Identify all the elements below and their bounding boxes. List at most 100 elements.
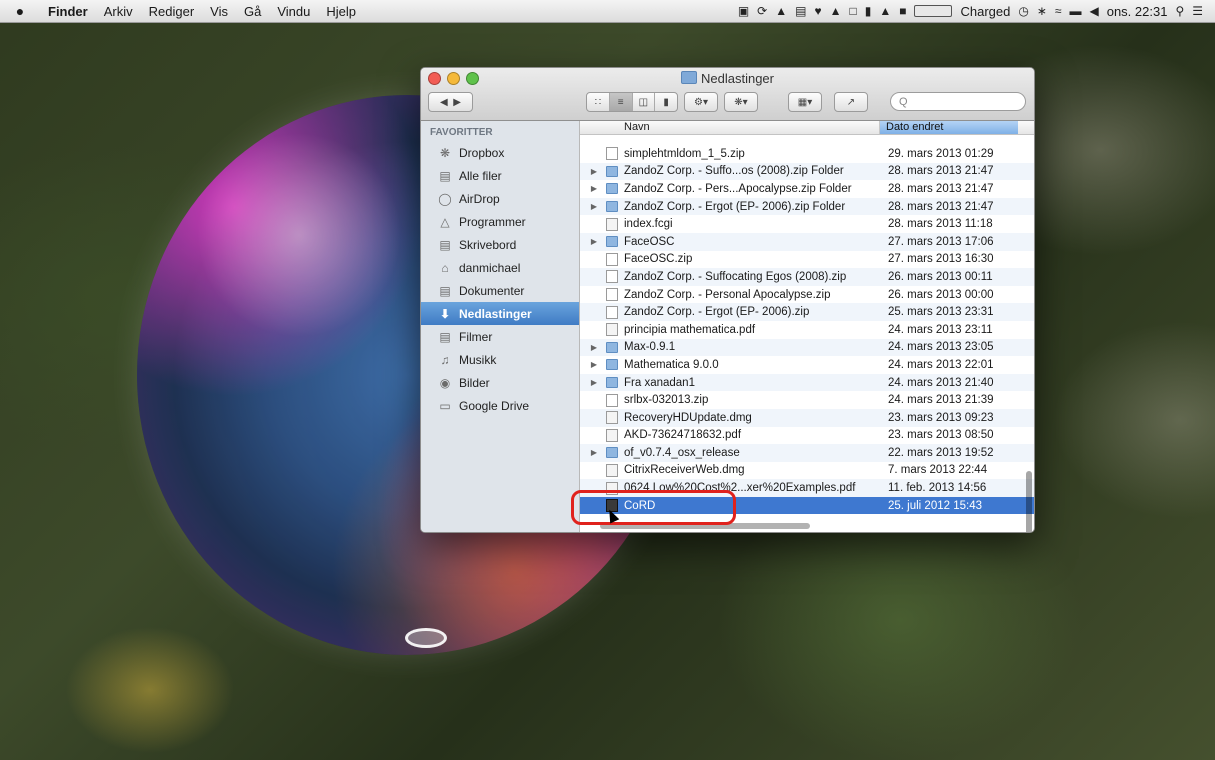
file-name: ZandoZ Corp. - Pers...Apocalypse.zip Fol… — [624, 182, 852, 195]
menu-vis[interactable]: Vis — [202, 4, 236, 19]
file-name: principia mathematica.pdf — [624, 323, 756, 336]
lock-icon[interactable]: ■ — [895, 4, 910, 18]
battery-status[interactable]: Charged — [956, 4, 1014, 19]
table-row[interactable]: ▶ Max-0.9.1 24. mars 2013 23:05 — [580, 338, 1034, 357]
sidebar-item-dokumenter[interactable]: ▤ Dokumenter — [421, 279, 579, 302]
pictures-icon: ◉ — [439, 375, 451, 390]
apple-menu-icon[interactable]: ● — [0, 3, 40, 19]
arrange-button[interactable]: ▦▾ — [788, 92, 822, 112]
wifi-icon[interactable]: ≈ — [1051, 4, 1066, 18]
sync-icon[interactable]: ⟳ — [753, 4, 771, 18]
disclosure-triangle-icon[interactable]: ▶ — [586, 378, 602, 387]
table-row[interactable]: ▶ of_v0.7.4_osx_release 22. mars 2013 19:5… — [580, 444, 1034, 462]
table-row[interactable]: CitrixReceiverWeb.dmg 7. mars 2013 22:44 — [580, 462, 1034, 480]
disclosure-triangle-icon[interactable]: ▶ — [586, 343, 602, 352]
drive-icon[interactable]: ▲ — [771, 4, 791, 18]
title-bar[interactable]: Nedlastinger ◀ ▶ ∷ ≡ ◫ ▮ ⚙▾ ❋▾ ▦▾ ↗ Q — [421, 68, 1034, 121]
sidebar-item-alle-filer[interactable]: ▤ Alle filer — [421, 164, 579, 187]
table-row[interactable]: AKD-73624718632.pdf 23. mars 2013 08:50 — [580, 427, 1034, 445]
table-row[interactable]: simplehtmldom_1_5.zip 29. mars 2013 01:29 — [580, 145, 1034, 163]
table-row[interactable]: RecoveryHDUpdate.dmg 23. mars 2013 09:23 — [580, 408, 1034, 427]
folder-file-icon — [606, 359, 618, 371]
home-status-icon[interactable]: ▲ — [826, 4, 846, 18]
table-row[interactable]: FaceOSC.zip 27. mars 2013 16:30 — [580, 251, 1034, 269]
menu-hjelp[interactable]: Hjelp — [318, 4, 364, 19]
table-row[interactable]: principia mathematica.pdf 24. mars 2013 2… — [580, 321, 1034, 339]
sidebar-item-musikk[interactable]: ♫ Musikk — [421, 348, 579, 371]
home-icon: ⌂ — [441, 260, 449, 275]
list-view-icon[interactable]: ≡ — [609, 93, 633, 111]
sidebar-item-programmer[interactable]: △ Programmer — [421, 210, 579, 233]
sidebar-item-airdrop[interactable]: ◯ AirDrop — [421, 187, 579, 210]
action-button[interactable]: ⚙▾ — [684, 92, 718, 112]
disclosure-triangle-icon[interactable]: ▶ — [586, 184, 602, 193]
sidebar-item-nedlastinger[interactable]: ⬇ Nedlastinger — [421, 302, 579, 325]
bluetooth-icon[interactable]: ∗ — [1033, 4, 1051, 18]
view-mode-selector[interactable]: ∷ ≡ ◫ ▮ — [586, 92, 678, 112]
table-row[interactable]: ▶ ZandoZ Corp. - Suffo...os (2008).zip Fo… — [580, 162, 1034, 181]
notification-center-icon[interactable]: ☰ — [1188, 4, 1207, 18]
coverflow-view-icon[interactable]: ▮ — [655, 93, 677, 111]
dashboard-icon[interactable]: ▣ — [734, 4, 753, 18]
file-name: ZandoZ Corp. - Ergot (EP- 2006).zip — [624, 306, 810, 319]
sidebar-item-bilder[interactable]: ◉ Bilder — [421, 371, 579, 394]
back-forward-buttons[interactable]: ◀ ▶ — [428, 92, 473, 112]
volume-icon[interactable]: ◀ — [1085, 4, 1102, 18]
search-input[interactable]: Q — [890, 92, 1026, 111]
table-row[interactable]: ZandoZ Corp. - Ergot (EP- 2006).zip 25. m… — [580, 303, 1034, 321]
share-button[interactable]: ↗ — [834, 92, 868, 112]
sidebar-item-dropbox[interactable]: ❋ Dropbox — [421, 141, 579, 164]
table-row[interactable]: ▶ Mathematica 9.0.0 24. mars 2013 22:01 — [580, 356, 1034, 374]
table-row[interactable]: srlbx-032013.zip 24. mars 2013 21:39 — [580, 391, 1034, 409]
sidebar-item-filmer[interactable]: ▤ Filmer — [421, 325, 579, 348]
time-machine-icon[interactable]: ◷ — [1014, 4, 1032, 18]
file-name: FaceOSC — [624, 235, 675, 248]
zip-file-icon — [606, 147, 618, 161]
disclosure-triangle-icon[interactable]: ▶ — [586, 360, 602, 369]
file-date: 28. mars 2013 21:47 — [888, 182, 994, 195]
heart-icon[interactable]: ♥ — [810, 4, 825, 18]
keyboard-icon[interactable]: ▬ — [1065, 4, 1085, 18]
forward-icon[interactable]: ▶ — [453, 97, 461, 108]
sidebar-item-google-drive[interactable]: ▭ Google Drive — [421, 394, 579, 417]
column-header-date[interactable]: Dato endret — [880, 121, 1018, 134]
clock[interactable]: ons. 22:31 — [1103, 4, 1172, 19]
menu-vindu[interactable]: Vindu — [269, 4, 318, 19]
table-row[interactable]: ▶ ZandoZ Corp. - Pers...Apocalypse.zip Fo… — [580, 180, 1034, 198]
table-row[interactable]: ZandoZ Corp. - Personal Apocalypse.zip 26… — [580, 286, 1034, 304]
table-row[interactable]: ▶ FaceOSC 27. mars 2013 17:06 — [580, 232, 1034, 251]
calendar-icon[interactable]: ▤ — [791, 4, 810, 18]
dropbox-toolbar-button[interactable]: ❋▾ — [724, 92, 758, 112]
disclosure-triangle-icon[interactable]: ▶ — [586, 202, 602, 211]
menu-ga[interactable]: Gå — [236, 4, 269, 19]
icon-view-icon[interactable]: ∷ — [587, 93, 610, 111]
sidebar-item-danmichael[interactable]: ⌂ danmichael — [421, 256, 579, 279]
doc-file-icon — [606, 411, 618, 425]
table-row[interactable]: ▶ Fra xanadan1 24. mars 2013 21:40 — [580, 373, 1034, 392]
menu-arkiv[interactable]: Arkiv — [96, 4, 141, 19]
bookmark-icon[interactable]: ▮ — [861, 4, 876, 18]
airdrop-icon: ◯ — [438, 191, 452, 206]
finder-window: Nedlastinger ◀ ▶ ∷ ≡ ◫ ▮ ⚙▾ ❋▾ ▦▾ ↗ Q FA… — [420, 67, 1035, 533]
highlight-annotation — [571, 490, 736, 525]
disclosure-triangle-icon[interactable]: ▶ — [586, 237, 602, 246]
sidebar-item-skrivebord[interactable]: ▤ Skrivebord — [421, 233, 579, 256]
back-icon[interactable]: ◀ — [440, 97, 448, 108]
disclosure-triangle-icon[interactable]: ▶ — [586, 448, 602, 457]
vertical-scrollbar[interactable] — [1026, 471, 1032, 532]
column-header-name[interactable]: Navn — [580, 121, 880, 134]
table-row-partial[interactable] — [580, 135, 1034, 145]
menu-finder[interactable]: Finder — [40, 4, 96, 19]
file-date: 24. mars 2013 23:11 — [888, 323, 993, 336]
person-icon[interactable]: ▲ — [875, 4, 895, 18]
column-view-icon[interactable]: ◫ — [633, 93, 656, 111]
spotlight-icon[interactable]: ⚲ — [1171, 4, 1188, 18]
file-list: Navn Dato endret simplehtmldom_1_5.zip 29… — [580, 121, 1034, 532]
battery-icon[interactable] — [914, 5, 953, 17]
menu-rediger[interactable]: Rediger — [141, 4, 203, 19]
table-row[interactable]: index.fcgi 28. mars 2013 11:18 — [580, 215, 1034, 233]
disclosure-triangle-icon[interactable]: ▶ — [586, 167, 602, 176]
screen-icon[interactable]: □ — [845, 4, 860, 18]
table-row[interactable]: ▶ ZandoZ Corp. - Ergot (EP- 2006).zip Fol… — [580, 197, 1034, 216]
table-row[interactable]: ZandoZ Corp. - Suffocating Egos (2008).z… — [580, 268, 1034, 286]
